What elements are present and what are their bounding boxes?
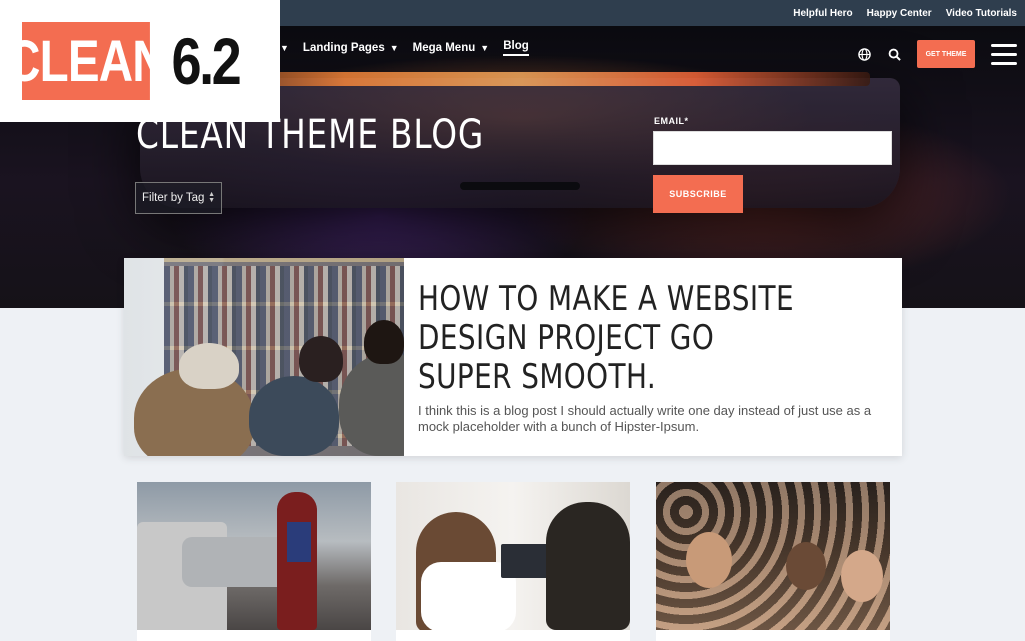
featured-post-excerpt: I think this is a blog post I should act…	[418, 403, 872, 434]
chevron-down-icon[interactable]: ▼	[280, 43, 289, 53]
get-theme-button[interactable]: GET THEME	[917, 40, 975, 68]
happy-center-link[interactable]: Happy Center	[867, 8, 932, 19]
nav-item-label: Mega Menu	[412, 42, 476, 54]
email-field[interactable]	[653, 131, 892, 165]
featured-post-card[interactable]: HOW TO MAKE A WEBSITE DESIGN PROJECT GO …	[124, 258, 902, 456]
logo-word: CLEAN	[6, 22, 167, 100]
nav-item-label: Blog	[503, 40, 529, 52]
search-icon[interactable]	[887, 47, 901, 61]
chevron-down-icon: ▼	[389, 43, 399, 53]
main-nav: ▼ Landing Pages ▼ Mega Menu ▼ Blog	[280, 40, 529, 56]
post-card[interactable]	[656, 482, 890, 641]
post-card-image[interactable]	[396, 482, 630, 630]
logo-version: 6.2	[171, 24, 241, 98]
nav-item-landing-pages[interactable]: Landing Pages ▼	[303, 42, 399, 54]
hamburger-menu-icon[interactable]	[991, 43, 1017, 65]
video-tutorials-link[interactable]: Video Tutorials	[946, 8, 1017, 19]
email-label: EMAIL*	[654, 116, 689, 126]
nav-item-mega-menu[interactable]: Mega Menu ▼	[413, 42, 490, 54]
page-title: CLEAN THEME BLOG	[136, 112, 485, 158]
post-card-image[interactable]	[137, 482, 371, 630]
header-tools: GET THEME	[857, 40, 1017, 68]
featured-post-body: HOW TO MAKE A WEBSITE DESIGN PROJECT GO …	[404, 258, 902, 456]
nav-item-blog[interactable]: Blog	[503, 40, 529, 56]
featured-post-image[interactable]	[124, 258, 404, 456]
post-card[interactable]	[137, 482, 371, 641]
post-card-image[interactable]	[656, 482, 890, 630]
subscribe-button[interactable]: SUBSCRIBE	[653, 175, 743, 213]
chevron-down-icon: ▼	[480, 43, 490, 53]
site-logo[interactable]: CLEAN 6.2	[0, 0, 280, 122]
post-card[interactable]	[396, 482, 630, 641]
filter-by-tag-select[interactable]: Filter by Tag ▲ ▼	[135, 182, 222, 214]
helpful-hero-link[interactable]: Helpful Hero	[793, 8, 852, 19]
featured-post-title[interactable]: HOW TO MAKE A WEBSITE DESIGN PROJECT GO …	[418, 280, 803, 397]
filter-label: Filter by Tag	[142, 192, 205, 204]
nav-item-label: Landing Pages	[302, 42, 385, 54]
select-arrows-icon: ▲ ▼	[208, 191, 215, 204]
globe-icon[interactable]	[857, 47, 871, 61]
